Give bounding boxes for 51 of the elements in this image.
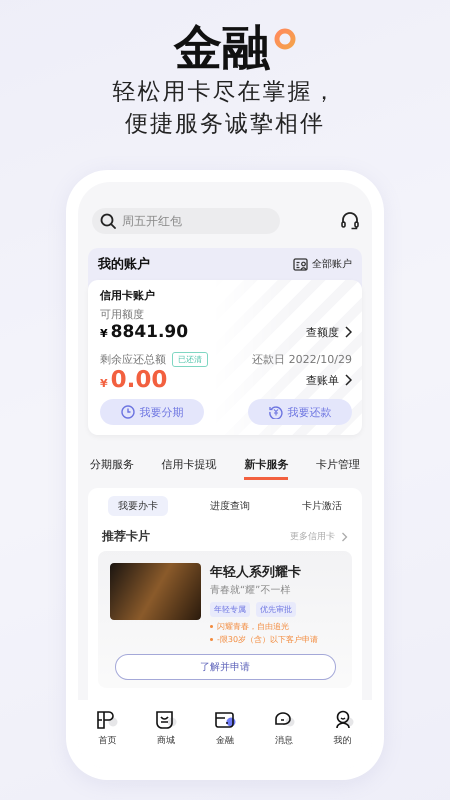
service-tab[interactable]: 信用卡提现 <box>162 457 217 480</box>
yuan-refresh-icon <box>268 405 282 419</box>
section-title: 推荐卡片 <box>102 528 150 545</box>
due-label: 剩余应还总额 <box>100 352 166 367</box>
home-icon <box>95 710 120 730</box>
card-slogan: 青春就“耀”不一样 <box>210 584 292 597</box>
subtitle-line: 轻松用卡尽在掌握， <box>112 78 338 107</box>
service-tab[interactable]: 卡片管理 <box>316 457 360 480</box>
wallet-icon <box>212 710 237 730</box>
feature-line: 闪耀青春，自由追光 <box>217 621 289 633</box>
available-amount: 8841.90 <box>110 322 188 342</box>
id-card-icon <box>293 258 309 270</box>
nav-item[interactable]: 商城 <box>154 710 178 747</box>
view-limit-link[interactable]: 查额度 <box>306 324 352 340</box>
search-field[interactable]: 周五开红包 <box>92 208 280 234</box>
nav-item[interactable]: 金融 <box>212 710 237 747</box>
card-name: 年轻人系列耀卡 <box>210 564 301 581</box>
clock-icon <box>120 405 134 419</box>
ring-icon <box>274 28 296 50</box>
bag-icon <box>154 710 178 730</box>
nav-item[interactable]: 我的 <box>330 710 355 747</box>
nav-item[interactable]: 消息 <box>272 710 296 747</box>
subtitle-line: 便捷服务诚挚相伴 <box>125 110 325 139</box>
section-title: 我的账户 <box>98 256 150 273</box>
service-tab[interactable]: 分期服务 <box>90 457 134 480</box>
view-bill-link[interactable]: 查账单 <box>306 372 352 388</box>
currency-sign: ¥ <box>100 377 108 390</box>
nav-item[interactable]: 首页 <box>95 710 120 747</box>
due-amount: 0.00 <box>110 367 168 393</box>
sub-tab[interactable]: 卡片激活 <box>292 496 352 516</box>
page-title: 金融 <box>174 20 270 76</box>
bullet-icon <box>210 625 213 628</box>
sub-tab[interactable]: 我要办卡 <box>108 496 168 516</box>
tag: 年轻专属 <box>210 602 250 617</box>
chevron-icon <box>341 532 348 542</box>
chevron-icon <box>344 374 352 386</box>
available-label: 可用额度 <box>100 307 145 322</box>
all-accounts-link[interactable]: 全部账户 <box>293 257 352 271</box>
tag: 优先审批 <box>256 602 296 617</box>
card-title: 信用卡账户 <box>100 288 156 303</box>
apply-button[interactable]: 了解并申请 <box>114 654 336 680</box>
feature-line: -限30岁（含）以下客户申请 <box>217 634 318 646</box>
due-date: 还款日 2022/10/29 <box>252 352 352 367</box>
bullet-icon <box>210 638 213 641</box>
chevron-icon <box>344 326 352 338</box>
status-badge: 已还清 <box>172 352 208 367</box>
service-tab[interactable]: 新卡服务 <box>244 457 288 480</box>
headset-icon[interactable] <box>340 211 360 231</box>
sub-tab[interactable]: 进度查询 <box>200 496 260 516</box>
search-icon <box>100 213 116 229</box>
currency-sign: ¥ <box>100 327 108 340</box>
